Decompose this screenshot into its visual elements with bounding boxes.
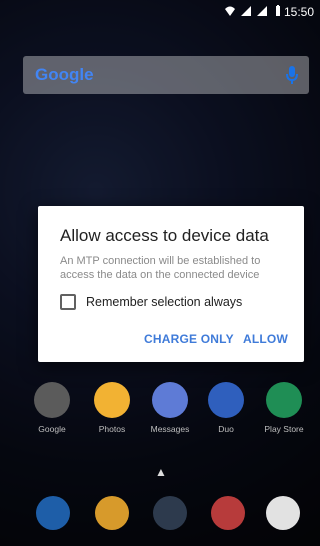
dock (0, 488, 320, 538)
mtp-permission-dialog: Allow access to device data An MTP conne… (38, 206, 304, 362)
status-bar: 15:50 (0, 0, 320, 24)
chrome-icon[interactable] (95, 496, 129, 530)
messages-icon (152, 382, 188, 418)
camera-app-icon[interactable] (211, 496, 245, 530)
status-icons (224, 5, 284, 17)
photos-icon (94, 382, 130, 418)
google-folder-icon (34, 382, 70, 418)
wifi-icon (225, 6, 235, 16)
remember-selection-label: Remember selection always (86, 295, 243, 309)
cell-signal-icon (241, 6, 251, 16)
cell-signal-2-icon (257, 6, 267, 16)
app-label: Duo (218, 424, 234, 434)
google-logo: Google (35, 65, 94, 84)
app-play-store[interactable]: Play Store (256, 382, 312, 434)
gmail-icon[interactable] (266, 496, 300, 530)
remember-selection-row[interactable]: Remember selection always (60, 294, 242, 310)
app-messages[interactable]: Messages (142, 382, 198, 434)
status-time: 15:50 (283, 5, 314, 19)
battery-icon (276, 5, 280, 16)
app-label: Google (38, 424, 66, 434)
play-store-icon (266, 382, 302, 418)
app-label: Play Store (264, 424, 304, 434)
charge-only-button[interactable]: CHARGE ONLY (144, 332, 234, 346)
mic-icon[interactable] (285, 65, 299, 85)
google-search-bar[interactable]: Google (23, 56, 309, 94)
camera-icon[interactable] (153, 496, 187, 530)
duo-icon (208, 382, 244, 418)
dialog-message: An MTP connection will be established to… (60, 255, 261, 281)
app-label: Messages (150, 424, 190, 434)
allow-button[interactable]: ALLOW (243, 332, 288, 346)
app-label: Photos (98, 424, 126, 434)
phone-icon[interactable] (36, 496, 70, 530)
app-drawer-chevron-icon[interactable]: ▲ (155, 465, 167, 479)
app-duo[interactable]: Duo (198, 382, 254, 434)
remember-selection-checkbox[interactable] (60, 294, 76, 310)
dialog-title: Allow access to device data (60, 226, 269, 245)
app-photos[interactable]: Photos (84, 382, 140, 434)
home-app-row: Google Photos Messages Duo Play Store (0, 382, 320, 452)
app-google[interactable]: Google (24, 382, 80, 434)
